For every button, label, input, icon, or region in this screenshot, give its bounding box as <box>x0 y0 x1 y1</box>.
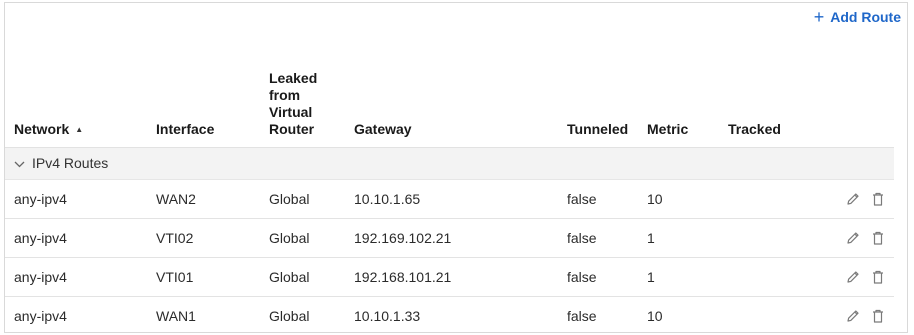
column-header-interface[interactable]: Interface <box>147 65 260 148</box>
table-row[interactable]: any-ipv4 WAN1 Global 10.10.1.33 false 10 <box>5 296 894 335</box>
routes-table: Network ▲ Interface Leaked from Virtual R… <box>5 65 894 335</box>
cell-network: any-ipv4 <box>5 218 147 258</box>
cell-tunneled: false <box>558 218 638 258</box>
plus-icon: + <box>813 7 825 27</box>
pencil-icon[interactable] <box>845 230 861 246</box>
cell-tracked <box>719 257 809 297</box>
sort-asc-icon: ▲ <box>75 124 84 134</box>
cell-network: any-ipv4 <box>14 307 67 324</box>
trash-icon[interactable] <box>870 308 886 324</box>
column-header-tunneled[interactable]: Tunneled <box>558 65 638 148</box>
cell-network: any-ipv4 <box>5 257 147 297</box>
cell-metric: 10 <box>647 307 663 324</box>
row-actions <box>809 257 894 297</box>
cell-tracked <box>719 296 809 335</box>
cell-metric: 10 <box>638 179 719 219</box>
cell-leaked: Global <box>269 307 310 324</box>
cell-leaked: Global <box>260 218 345 258</box>
cell-interface: WAN1 <box>156 307 196 324</box>
column-header-actions <box>809 65 894 148</box>
cell-gateway: 10.10.1.33 <box>354 307 421 324</box>
table-row[interactable]: any-ipv4 VTI01 Global 192.168.101.21 fal… <box>5 257 894 297</box>
row-actions <box>809 218 894 258</box>
cell-tracked <box>719 218 809 258</box>
cell-tunneled: false <box>558 179 638 219</box>
cell-interface: VTI01 <box>147 257 260 297</box>
cell-network: any-ipv4 <box>5 179 147 219</box>
add-route-label: Add Route <box>830 9 901 25</box>
cell-metric: 1 <box>638 257 719 297</box>
trash-icon[interactable] <box>870 191 886 207</box>
cell-interface: VTI02 <box>147 218 260 258</box>
cell-metric: 1 <box>638 218 719 258</box>
group-label: IPv4 Routes <box>32 155 109 171</box>
add-route-button[interactable]: + Add Route <box>814 7 901 27</box>
row-actions <box>809 179 894 219</box>
cell-gateway: 192.169.102.21 <box>345 218 558 258</box>
table-row[interactable]: any-ipv4 VTI02 Global 192.169.102.21 fal… <box>5 218 894 258</box>
cell-gateway: 10.10.1.65 <box>345 179 558 219</box>
pencil-icon[interactable] <box>845 191 861 207</box>
chevron-down-icon[interactable] <box>14 159 28 171</box>
group-row-ipv4[interactable]: IPv4 Routes <box>5 147 894 180</box>
column-header-gateway[interactable]: Gateway <box>345 65 558 148</box>
column-header-network[interactable]: Network ▲ <box>5 65 147 148</box>
column-header-tracked[interactable]: Tracked <box>719 65 809 148</box>
cell-leaked: Global <box>260 179 345 219</box>
routes-panel: + Add Route Network ▲ Interface Leaked fr… <box>4 2 908 333</box>
column-header-metric[interactable]: Metric <box>638 65 719 148</box>
cell-leaked: Global <box>260 257 345 297</box>
pencil-icon[interactable] <box>845 269 861 285</box>
cell-tracked <box>719 179 809 219</box>
pencil-icon[interactable] <box>845 308 861 324</box>
trash-icon[interactable] <box>870 230 886 246</box>
cell-gateway: 192.168.101.21 <box>345 257 558 297</box>
table-row[interactable]: any-ipv4 WAN2 Global 10.10.1.65 false 10 <box>5 179 894 219</box>
trash-icon[interactable] <box>870 269 886 285</box>
cell-interface: WAN2 <box>147 179 260 219</box>
column-header-leaked[interactable]: Leaked from Virtual Router <box>260 65 345 148</box>
row-actions <box>809 296 894 335</box>
cell-tunneled: false <box>558 257 638 297</box>
cell-tunneled: false <box>567 307 597 324</box>
